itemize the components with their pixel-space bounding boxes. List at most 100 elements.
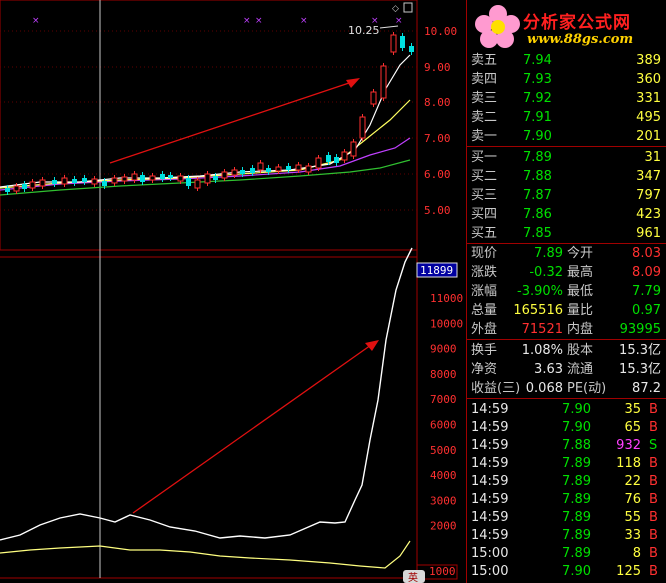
ask-price: 7.94	[523, 53, 552, 68]
tick-side: B	[649, 510, 658, 525]
top-marker-box	[403, 2, 413, 13]
quote-value: 8.09	[632, 265, 661, 280]
ma-white-line	[0, 54, 411, 188]
candle	[359, 116, 366, 139]
svg-text:×: ×	[32, 16, 40, 26]
candle	[390, 34, 397, 53]
ask-volume: 331	[636, 91, 661, 106]
volume-tick-label: 9000	[430, 343, 457, 356]
tick-price: 7.90	[562, 564, 591, 579]
fundamental-label: 收益(三)	[471, 381, 521, 396]
chart-area[interactable]: 10.00 9.00 8.00 7.00 6.00 5.00 11000 10000 9000…	[0, 0, 466, 583]
tick-volume: 35	[624, 402, 641, 417]
tick-volume: 118	[616, 456, 641, 471]
fundamental-row: 净资 3.63 流通 15.3亿	[467, 360, 666, 379]
tick-time: 14:59	[471, 420, 509, 435]
price-tick-label: 8.00	[424, 96, 451, 109]
tick-row: 14:59 7.89 33 B	[467, 526, 666, 545]
quote-label: 现价	[471, 246, 498, 261]
tick-row: 15:00 7.90 125 B	[467, 562, 666, 581]
price-tick-label: 10.00	[424, 25, 457, 38]
ask-price: 7.90	[523, 129, 552, 144]
quote-label: 最低	[567, 284, 594, 299]
candle	[177, 175, 184, 182]
tick-side: B	[649, 546, 658, 561]
quote-value: 7.79	[632, 284, 661, 299]
peak-label-leader	[379, 25, 399, 29]
volume-tick-label: 3000	[430, 494, 457, 507]
fundamental-value: 15.3亿	[619, 362, 661, 377]
candle	[131, 173, 138, 181]
tick-volume: 65	[624, 420, 641, 435]
bid-volume: 961	[636, 226, 661, 241]
ask-volume: 201	[636, 129, 661, 144]
price-trend-arrow	[109, 81, 353, 164]
tick-price: 7.89	[562, 528, 591, 543]
volume-tick-label: 6000	[430, 419, 457, 432]
fundamental-value: 87.2	[632, 381, 661, 396]
candle	[194, 179, 201, 189]
divider	[467, 398, 666, 399]
ask-price: 7.91	[523, 110, 552, 125]
volume-bottom-label: 1000	[429, 565, 456, 578]
quote-value: 93995	[619, 322, 661, 337]
fundamental-value: 3.63	[534, 362, 563, 377]
bid-label: 买二	[471, 169, 498, 184]
tick-side: B	[649, 420, 658, 435]
candle	[334, 157, 339, 163]
ask-price: 7.92	[523, 91, 552, 106]
tick-time: 15:00	[471, 546, 509, 561]
svg-text:×: ×	[243, 16, 251, 26]
volume-tick-label: 7000	[430, 393, 457, 406]
tick-price: 7.89	[562, 510, 591, 525]
tick-volume: 125	[616, 564, 641, 579]
bid-price: 7.86	[523, 207, 552, 222]
candle	[240, 170, 245, 174]
candle	[221, 171, 228, 179]
tick-side: B	[649, 564, 658, 579]
tick-row: 14:59 7.89 76 B	[467, 490, 666, 509]
candle	[286, 166, 291, 170]
kline-chart-svg[interactable]: 10.00 9.00 8.00 7.00 6.00 5.00 11000 10000 9000…	[0, 0, 466, 583]
tick-time: 14:59	[471, 438, 509, 453]
candle	[186, 178, 191, 186]
quote-value: 8.03	[632, 246, 661, 261]
tick-row: 14:59 7.88 932 S	[467, 436, 666, 455]
tick-price: 7.90	[562, 420, 591, 435]
quote-label: 总量	[471, 303, 498, 318]
ask-row: 卖二 7.91 495	[467, 108, 666, 127]
quote-value: -3.90%	[517, 284, 563, 299]
peak-price-label: 10.25	[348, 24, 380, 37]
quote-row: 现价 7.89 今开 8.03	[467, 244, 666, 263]
volume-tick-label: 8000	[430, 368, 457, 381]
candle	[341, 151, 348, 161]
tick-time: 14:59	[471, 492, 509, 507]
fundamental-label: 股本	[567, 343, 594, 358]
tick-volume: 33	[624, 528, 641, 543]
quote-label: 涨幅	[471, 284, 498, 299]
ask-label: 卖一	[471, 129, 498, 144]
tick-volume: 22	[624, 474, 641, 489]
candle	[102, 181, 107, 186]
ask-row: 卖四 7.93 360	[467, 70, 666, 89]
volume-trend-arrow	[132, 344, 372, 514]
candle	[350, 141, 357, 157]
candle	[168, 175, 173, 178]
candle	[400, 36, 405, 48]
bid-label: 买四	[471, 207, 498, 222]
quote-row: 涨幅 -3.90% 最低 7.79	[467, 282, 666, 301]
bid-row: 买三 7.87 797	[467, 186, 666, 205]
bid-label: 买一	[471, 150, 498, 165]
tick-side: B	[649, 402, 658, 417]
ask-label: 卖五	[471, 53, 498, 68]
fundamental-label: 换手	[471, 343, 498, 358]
candle	[29, 181, 36, 189]
tick-price: 7.90	[562, 402, 591, 417]
candle	[305, 165, 312, 173]
bid-row: 买五 7.85 961	[467, 224, 666, 243]
candle	[409, 46, 414, 52]
ask-label: 卖三	[471, 91, 498, 106]
tick-row: 14:59 7.89 55 B	[467, 508, 666, 527]
tick-row: 14:59 7.89 22 B	[467, 472, 666, 491]
logo-url: www.88gs.com	[527, 32, 634, 47]
